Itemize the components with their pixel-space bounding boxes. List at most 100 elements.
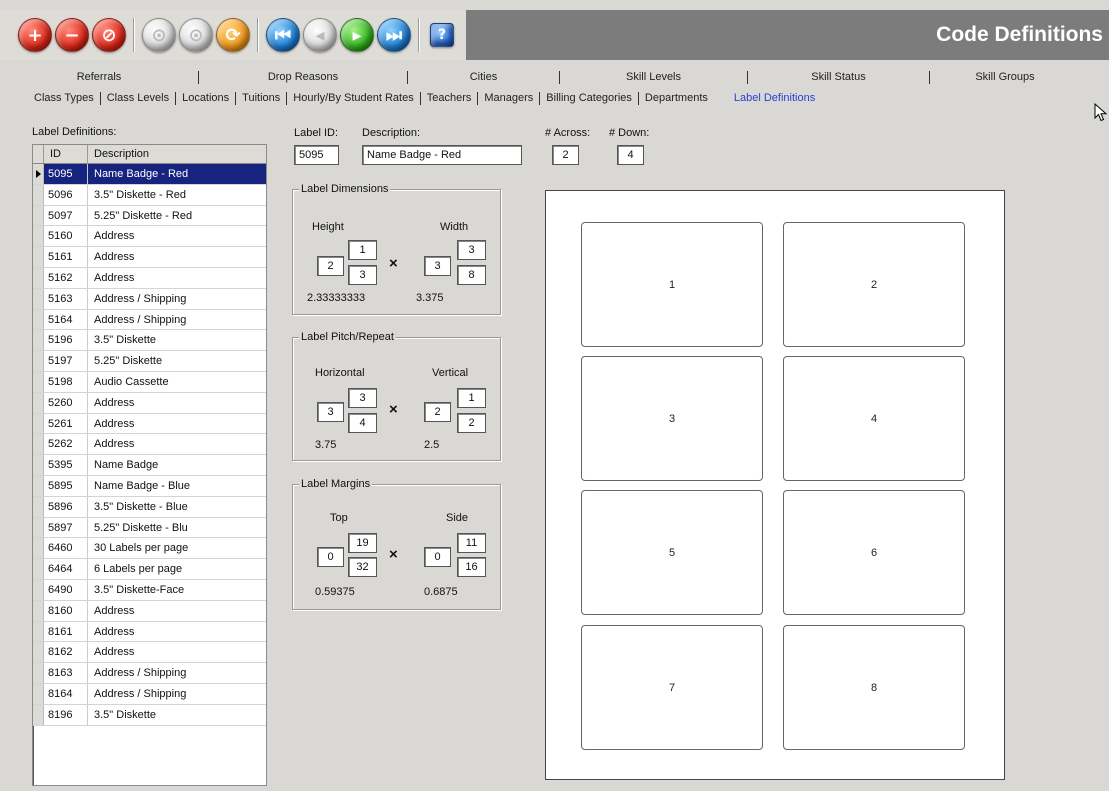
- label-id-field[interactable]: 5095: [294, 145, 339, 165]
- side-whole-field[interactable]: 0: [424, 547, 451, 567]
- cell-id[interactable]: 5198: [44, 371, 88, 392]
- cell-description[interactable]: Address: [88, 268, 266, 288]
- cell-id[interactable]: 8162: [44, 642, 88, 663]
- cell-id[interactable]: 8161: [44, 621, 88, 642]
- cell-id[interactable]: 5095: [44, 164, 88, 184]
- cell-description[interactable]: Address: [88, 434, 266, 454]
- tab-skill-levels[interactable]: Skill Levels: [560, 71, 747, 83]
- cell-id[interactable]: 5197: [44, 351, 88, 371]
- table-row[interactable]: 6464 6 Labels per page: [33, 559, 266, 580]
- cell-id[interactable]: 8164: [44, 683, 88, 704]
- table-row[interactable]: 5895 Name Badge - Blue: [33, 475, 266, 497]
- row-indicator[interactable]: [33, 663, 44, 683]
- cell-id[interactable]: 5895: [44, 475, 88, 496]
- table-row[interactable]: 5095 Name Badge - Red: [33, 164, 266, 185]
- cell-id[interactable]: 5897: [44, 517, 88, 538]
- row-indicator[interactable]: [33, 184, 44, 205]
- cell-description[interactable]: 5.25" Diskette - Blu: [88, 518, 266, 538]
- tab-skill-groups[interactable]: Skill Groups: [930, 71, 1080, 83]
- height-whole-field[interactable]: 2: [317, 256, 344, 276]
- table-row[interactable]: 8161 Address: [33, 621, 266, 643]
- cell-id[interactable]: 5161: [44, 247, 88, 267]
- table-row[interactable]: 5196 3.5" Diskette: [33, 330, 266, 352]
- cell-description[interactable]: 3.5" Diskette-Face: [88, 580, 266, 600]
- row-indicator[interactable]: [33, 371, 44, 392]
- width-denominator-field[interactable]: 8: [457, 265, 486, 285]
- table-row[interactable]: 8164 Address / Shipping: [33, 683, 266, 705]
- cell-id[interactable]: 5164: [44, 309, 88, 330]
- row-indicator[interactable]: [33, 330, 44, 351]
- cell-description[interactable]: 30 Labels per page: [88, 538, 266, 558]
- table-row[interactable]: 8196 3.5" Diskette: [33, 704, 266, 726]
- cell-id[interactable]: 5160: [44, 226, 88, 247]
- table-row[interactable]: 5198 Audio Cassette: [33, 371, 266, 393]
- table-row[interactable]: 5395 Name Badge: [33, 455, 266, 476]
- tab-referrals[interactable]: Referrals: [0, 71, 198, 83]
- next-record-icon[interactable]: ▸: [340, 18, 374, 52]
- row-indicator[interactable]: [33, 392, 44, 413]
- cell-description[interactable]: Address: [88, 414, 266, 434]
- table-row[interactable]: 5261 Address: [33, 413, 266, 435]
- row-indicator[interactable]: [33, 455, 44, 475]
- cell-description[interactable]: Address / Shipping: [88, 663, 266, 683]
- tab-class-types[interactable]: Class Types: [28, 92, 100, 104]
- down-field[interactable]: 4: [617, 145, 644, 165]
- side-numerator-field[interactable]: 11: [457, 533, 486, 553]
- tab-cities[interactable]: Cities: [408, 71, 559, 83]
- row-indicator[interactable]: [33, 538, 44, 559]
- table-row[interactable]: 5262 Address: [33, 434, 266, 456]
- add-icon[interactable]: +: [18, 18, 52, 52]
- cell-id[interactable]: 6460: [44, 538, 88, 559]
- cell-description[interactable]: Address: [88, 642, 266, 662]
- horizontal-whole-field[interactable]: 3: [317, 402, 344, 422]
- cell-description[interactable]: 5.25" Diskette: [88, 351, 266, 371]
- top-denominator-field[interactable]: 32: [348, 557, 377, 577]
- table-row[interactable]: 5160 Address: [33, 226, 266, 248]
- cell-description[interactable]: 3.5" Diskette - Blue: [88, 497, 266, 517]
- tab-class-levels[interactable]: Class Levels: [101, 92, 175, 104]
- tab-hourly-by-student-rates[interactable]: Hourly/By Student Rates: [287, 92, 419, 104]
- cell-id[interactable]: 5096: [44, 184, 88, 205]
- tab-managers[interactable]: Managers: [478, 92, 539, 104]
- cell-id[interactable]: 5260: [44, 392, 88, 413]
- remove-icon[interactable]: −: [55, 18, 89, 52]
- cell-description[interactable]: Address / Shipping: [88, 310, 266, 330]
- cell-description[interactable]: Address / Shipping: [88, 684, 266, 704]
- cell-id[interactable]: 6464: [44, 559, 88, 579]
- refresh-icon[interactable]: ⟳: [216, 18, 250, 52]
- row-indicator[interactable]: [33, 517, 44, 538]
- row-indicator[interactable]: [33, 475, 44, 496]
- cell-description[interactable]: 3.5" Diskette: [88, 705, 266, 725]
- table-row[interactable]: 5897 5.25" Diskette - Blu: [33, 517, 266, 539]
- cell-description[interactable]: Address: [88, 622, 266, 642]
- description-field[interactable]: Name Badge - Red: [362, 145, 522, 165]
- row-indicator[interactable]: [33, 226, 44, 247]
- cell-id[interactable]: 6490: [44, 579, 88, 600]
- last-record-icon[interactable]: ⏭: [377, 18, 411, 52]
- cell-description[interactable]: Address / Shipping: [88, 289, 266, 309]
- cell-id[interactable]: 5163: [44, 288, 88, 309]
- cell-id[interactable]: 5261: [44, 413, 88, 434]
- horizontal-numerator-field[interactable]: 3: [348, 388, 377, 408]
- row-indicator[interactable]: [33, 434, 44, 455]
- cell-description[interactable]: Name Badge: [88, 455, 266, 475]
- tab-departments[interactable]: Departments: [639, 92, 714, 104]
- tab-locations[interactable]: Locations: [176, 92, 235, 104]
- table-row[interactable]: 5163 Address / Shipping: [33, 288, 266, 310]
- cell-description[interactable]: Address: [88, 601, 266, 621]
- table-row[interactable]: 5096 3.5" Diskette - Red: [33, 184, 266, 206]
- cell-description[interactable]: 6 Labels per page: [88, 559, 266, 579]
- cell-description[interactable]: Name Badge - Red: [88, 164, 266, 184]
- cell-description[interactable]: 3.5" Diskette: [88, 330, 266, 350]
- cell-description[interactable]: Audio Cassette: [88, 372, 266, 392]
- side-denominator-field[interactable]: 16: [457, 557, 486, 577]
- cell-id[interactable]: 8160: [44, 600, 88, 621]
- width-whole-field[interactable]: 3: [424, 256, 451, 276]
- row-indicator[interactable]: [33, 413, 44, 434]
- row-indicator[interactable]: [33, 683, 44, 704]
- height-numerator-field[interactable]: 1: [348, 240, 377, 260]
- tab-teachers[interactable]: Teachers: [421, 92, 478, 104]
- cell-id[interactable]: 5395: [44, 455, 88, 475]
- cell-description[interactable]: Address: [88, 393, 266, 413]
- cell-id[interactable]: 5896: [44, 496, 88, 517]
